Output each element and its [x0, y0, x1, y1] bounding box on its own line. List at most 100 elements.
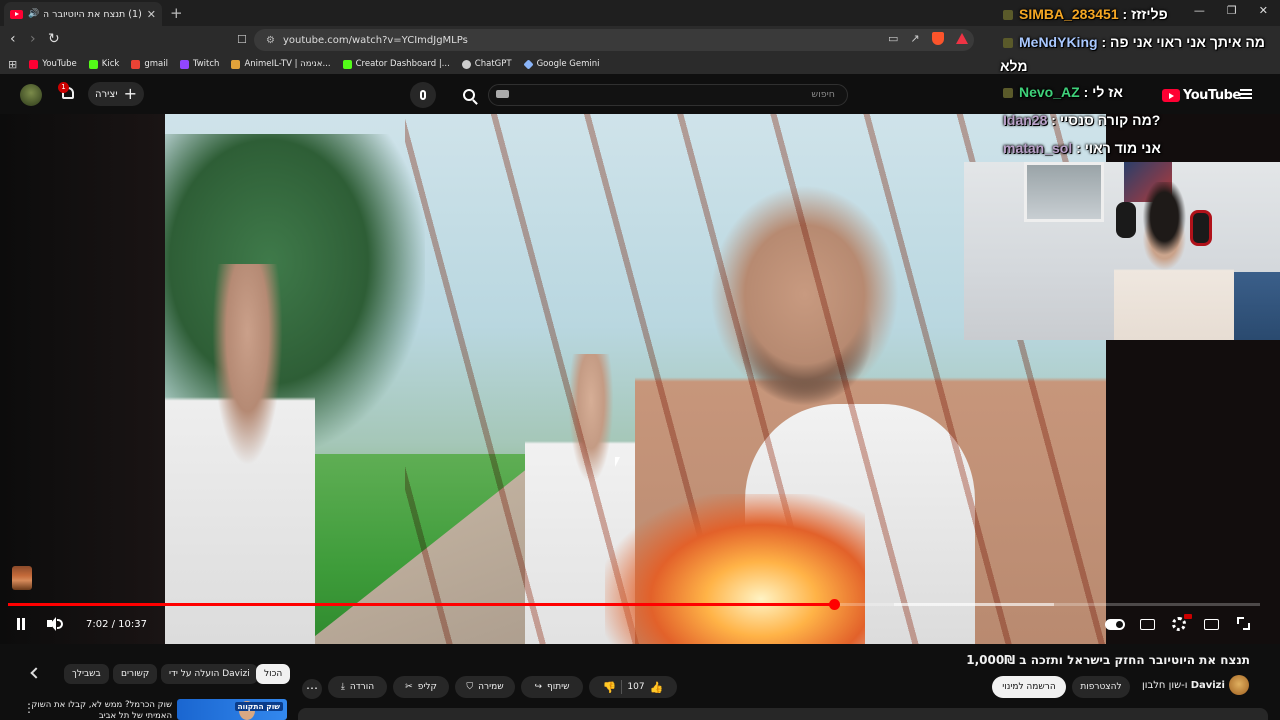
speaker-icon[interactable]: 🔊 [28, 9, 39, 19]
chatgpt-icon [461, 59, 471, 69]
bookmark-animeil[interactable]: AnimeIL-TV | אנימה... [231, 59, 331, 69]
chat-badge-icon [1003, 38, 1013, 49]
minimize-icon[interactable]: — [1194, 4, 1205, 17]
twitch-icon [179, 59, 189, 69]
more-actions-button[interactable]: ⋯ [302, 679, 322, 699]
youtube-logo[interactable]: YouTube [1162, 88, 1241, 103]
bookmark-page-icon[interactable]: ☐ [237, 33, 247, 46]
bookmark-kick[interactable]: Kick [88, 59, 119, 69]
search-button[interactable] [452, 82, 486, 108]
reload-icon[interactable]: ↻ [48, 31, 60, 47]
bookmark-creator-dashboard[interactable]: Creator Dashboard |... [342, 59, 450, 69]
like-count: 107 [627, 682, 645, 692]
theater-mode-icon[interactable] [1204, 619, 1219, 630]
brave-rewards-icon[interactable] [955, 33, 968, 44]
search-icon [463, 89, 475, 101]
search-input[interactable]: חיפוש [488, 84, 848, 106]
notify-button[interactable]: הרשמה למינוי [992, 676, 1066, 698]
video-title: תנצח את היוטיובר החזק בישראל ותזכה ב 1,0… [966, 653, 1250, 667]
progress-bar[interactable] [8, 599, 1260, 610]
bookmark-gmail[interactable]: gmail [131, 59, 168, 69]
close-window-icon[interactable]: ✕ [1259, 4, 1268, 17]
site-info-icon[interactable]: ⚙ [266, 35, 275, 46]
kick-icon [342, 59, 352, 69]
brave-shield-icon[interactable] [931, 32, 944, 45]
tab-title: (1) תנצח את היוטיובר החזק ב [44, 8, 142, 20]
chat-message: מלא [1000, 58, 1028, 74]
create-button[interactable]: יצירה + [88, 82, 144, 106]
maximize-icon[interactable]: ❐ [1227, 4, 1237, 17]
chip-uploaded-by[interactable]: הועלה על ידי Davizi [161, 664, 258, 684]
hd-badge [1184, 614, 1192, 619]
autoplay-toggle[interactable] [1105, 619, 1125, 630]
share-icon: ↪ [534, 682, 543, 692]
share-button[interactable]: ↪ שיתוף [521, 676, 583, 698]
bookmark-twitch[interactable]: Twitch [179, 59, 219, 69]
animeil-icon [231, 59, 241, 69]
forward-icon[interactable]: › [30, 31, 36, 47]
chip-all[interactable]: הכול [256, 664, 291, 684]
recommended-thumbnail[interactable]: שוק התקווה [177, 699, 287, 720]
progress-played [8, 603, 835, 606]
chat-message: MeNdYKing : מה איתך אני ראוי אני פה [1003, 34, 1265, 50]
subtitles-icon[interactable] [1140, 619, 1155, 630]
voice-search-button[interactable] [410, 82, 436, 108]
new-tab-icon[interactable]: + [170, 4, 183, 22]
webcam-overlay [964, 162, 1280, 340]
pause-icon[interactable] [15, 618, 27, 630]
bookmark-chatgpt[interactable]: ChatGPT [461, 59, 512, 69]
chip-for-you[interactable]: בשבילך [64, 664, 109, 684]
keyboard-icon[interactable] [496, 90, 509, 98]
gemini-icon [522, 58, 534, 70]
chat-message: matan_sol : אני מוד ראוי [1003, 140, 1161, 156]
save-button[interactable]: ⛉ שמירה [455, 676, 515, 698]
url-text: youtube.com/watch?v=YCImdJgMLPs [282, 34, 468, 46]
bookmarks-bar: ⊞ YouTube Kick gmail Twitch AnimeIL-TV |… [0, 54, 1280, 74]
channel-avatar[interactable] [1229, 675, 1249, 695]
notifications-button[interactable]: 1 [58, 82, 78, 104]
description-box[interactable] [298, 708, 1268, 720]
join-button[interactable]: להצטרפות [1072, 676, 1130, 698]
back-icon[interactable]: ‹ [10, 31, 16, 47]
settings-gear-icon[interactable] [1172, 617, 1186, 631]
fullscreen-icon[interactable] [1237, 617, 1250, 630]
ambient-left [0, 114, 165, 644]
hamburger-menu-icon[interactable] [1240, 89, 1252, 99]
volume-icon[interactable] [47, 617, 63, 631]
share-page-icon[interactable]: ↗ [910, 32, 919, 45]
mouse-cursor-icon [615, 457, 620, 467]
chat-message: Idan28 : מה קורה סנסיי? [1003, 112, 1161, 128]
microphone-icon [420, 90, 426, 100]
cast-icon[interactable]: ▭ [888, 32, 898, 45]
chip-related[interactable]: קשורים [113, 664, 158, 684]
video-details: תנצח את היוטיובר החזק בישראל ותזכה ב 1,0… [0, 644, 1280, 720]
apps-grid-icon[interactable]: ⊞ [8, 58, 17, 71]
bookmark-youtube[interactable]: YouTube [29, 59, 77, 69]
youtube-play-icon [1162, 89, 1180, 102]
thumbnail-label: שוק התקווה [234, 702, 283, 711]
clip-button[interactable]: ✂ קליפ [393, 676, 449, 698]
like-dislike-group: 👎 107 👍 [589, 676, 677, 698]
close-tab-icon[interactable]: ✕ [147, 8, 156, 21]
browser-tab[interactable]: 🔊 (1) תנצח את היוטיובר החזק ב ✕ [4, 2, 162, 26]
headset-icon [1116, 202, 1136, 238]
window-controls: — ❐ ✕ [1194, 4, 1268, 17]
chevron-left-icon[interactable] [30, 667, 42, 679]
youtube-favicon-icon [10, 9, 23, 19]
youtube-icon [29, 59, 39, 69]
channel-name[interactable]: Davizi ו-שון חלבון [1142, 680, 1225, 691]
url-bar[interactable]: ⚙ youtube.com/watch?v=YCImdJgMLPs [254, 29, 974, 51]
like-icon[interactable]: 👍 [650, 681, 664, 694]
account-avatar[interactable] [20, 84, 42, 106]
plus-icon: + [123, 84, 137, 103]
address-bar-actions: ▭ ↗ [888, 32, 968, 45]
recommended-title: שוק הכרמל? ממש לא, קבלו את השוק האמיתי ש… [31, 700, 172, 720]
progress-buffered [894, 603, 1054, 606]
download-button[interactable]: ⤓ הורדה [328, 676, 387, 698]
bookmark-gemini[interactable]: Google Gemini [522, 58, 599, 70]
recommended-video[interactable]: ⋮ שוק הכרמל? ממש לא, קבלו את השוק האמיתי… [20, 699, 290, 720]
scissors-icon: ✂ [405, 682, 413, 692]
dislike-icon[interactable]: 👎 [603, 681, 617, 694]
bookmark-icon: ⛉ [466, 682, 474, 692]
gmail-icon [131, 59, 141, 69]
